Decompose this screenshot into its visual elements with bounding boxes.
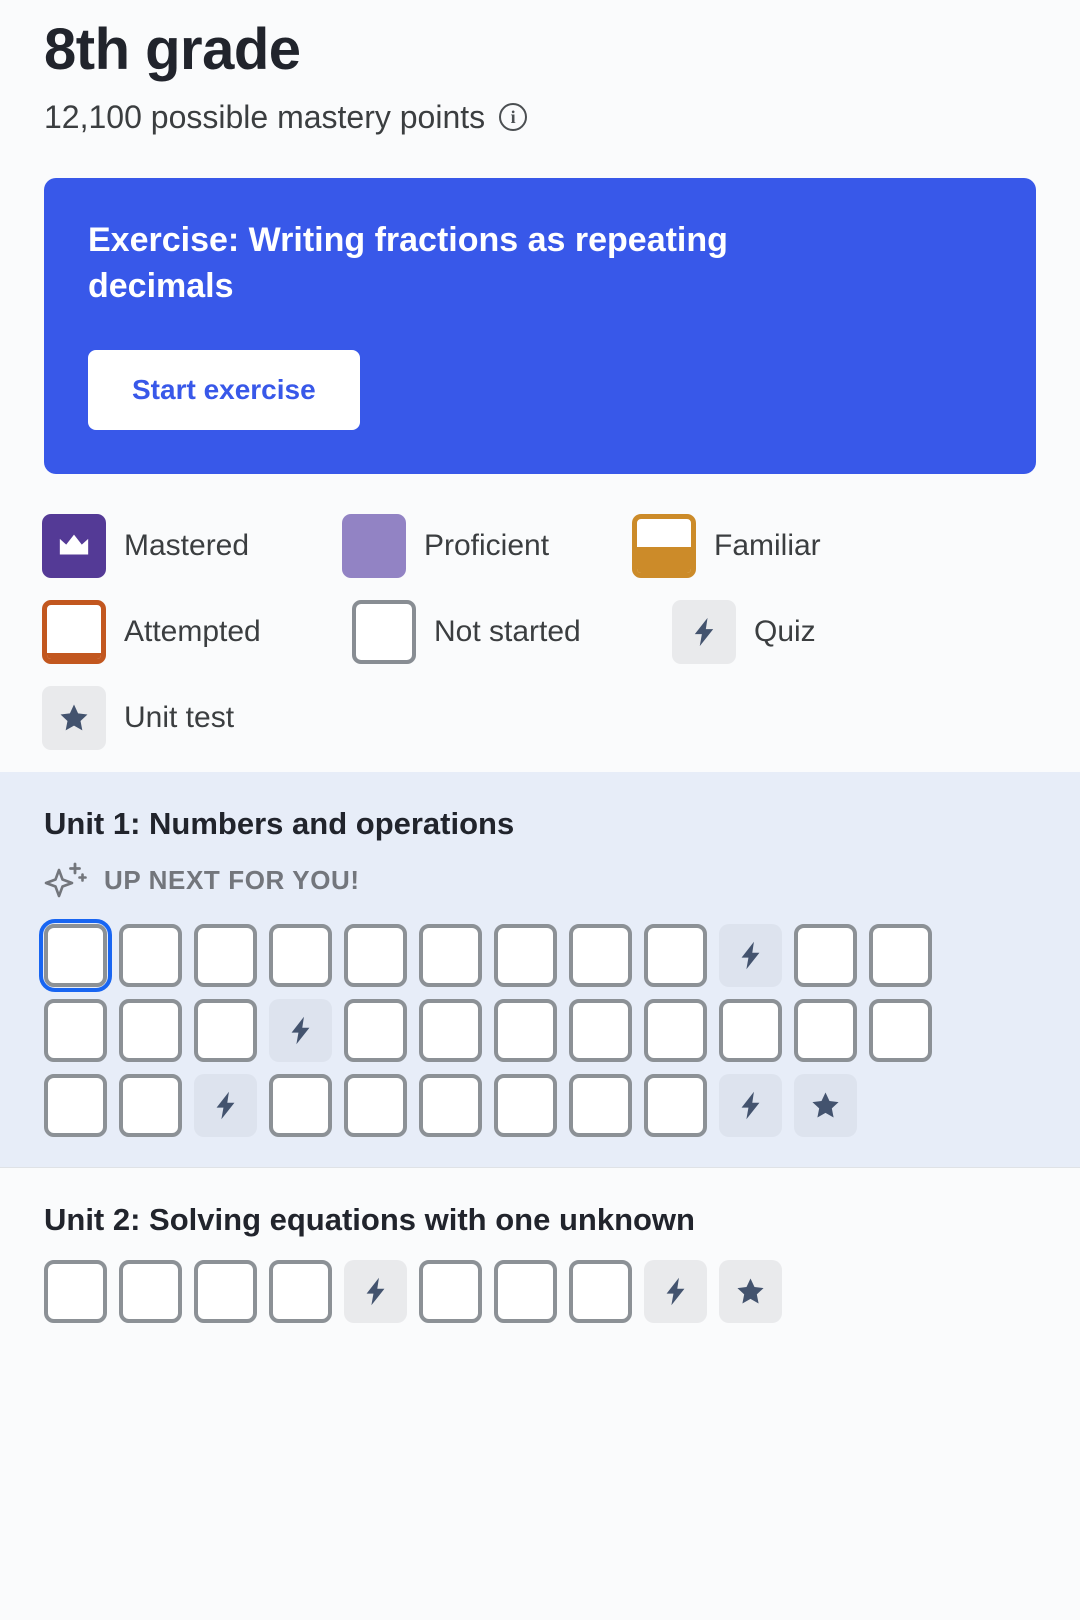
- mastery-tile-not-started[interactable]: [344, 998, 407, 1062]
- mastery-tile-unit-test[interactable]: [719, 1259, 782, 1323]
- mastery-tile-unit-test[interactable]: [794, 1073, 857, 1137]
- legend-label-familiar: Familiar: [714, 528, 821, 562]
- mastery-tile-not-started[interactable]: [194, 1259, 257, 1323]
- mastery-tile-not-started[interactable]: [194, 998, 257, 1062]
- mastery-tile-not-started[interactable]: [419, 998, 482, 1062]
- mastery-tile-not-started[interactable]: [794, 923, 857, 987]
- mastery-tile-not-started[interactable]: [344, 1073, 407, 1137]
- mastery-tile-not-started[interactable]: [569, 998, 632, 1062]
- mastery-tile-not-started[interactable]: [494, 1073, 557, 1137]
- legend-item-not-started: Not started: [352, 599, 672, 664]
- mastery-points-text: 12,100 possible mastery points: [44, 98, 486, 135]
- sparkle-icon: [44, 862, 87, 898]
- mastery-tile-not-started[interactable]: [494, 1259, 557, 1323]
- legend-label-proficient: Proficient: [424, 528, 550, 562]
- mastery-tile-quiz[interactable]: [644, 1259, 707, 1323]
- legend-label-attempted: Attempted: [124, 614, 261, 648]
- mastery-tile-not-started[interactable]: [644, 923, 707, 987]
- mastery-tile-not-started[interactable]: [344, 923, 407, 987]
- unit-section-1: Unit 1: Numbers and operations UP NEXT F…: [0, 771, 1080, 1167]
- mastery-tile-not-started[interactable]: [119, 1073, 182, 1137]
- mastery-tile-not-started[interactable]: [419, 1073, 482, 1137]
- mastery-tile-not-started[interactable]: [644, 998, 707, 1062]
- mastery-tile-not-started[interactable]: [569, 1259, 632, 1323]
- mastery-legend: Mastered Proficient Familiar Attempted N…: [42, 513, 1032, 750]
- legend-label-unit-test: Unit test: [124, 700, 235, 734]
- mastery-tile-not-started[interactable]: [269, 1259, 332, 1323]
- course-mastery-page: 8th grade 12,100 possible mastery points…: [0, 0, 1080, 1620]
- legend-label-mastered: Mastered: [124, 528, 250, 562]
- mastery-tile-not-started[interactable]: [569, 1073, 632, 1137]
- mastery-tile-not-started[interactable]: [644, 1073, 707, 1137]
- proficient-swatch-icon: [342, 513, 406, 578]
- star-icon: [42, 685, 106, 750]
- mastery-tile-quiz[interactable]: [194, 1073, 257, 1137]
- mastery-tile-not-started-focused[interactable]: [39, 918, 112, 992]
- legend-item-proficient: Proficient: [342, 513, 632, 578]
- mastery-tile-not-started[interactable]: [194, 923, 257, 987]
- page-title: 8th grade: [44, 17, 301, 82]
- legend-row-1: Mastered Proficient Familiar: [42, 513, 1032, 578]
- mastery-tile-not-started[interactable]: [869, 998, 932, 1062]
- not-started-swatch-icon: [352, 599, 416, 664]
- legend-item-mastered: Mastered: [42, 513, 342, 578]
- up-next-row: UP NEXT FOR YOU!: [44, 860, 1080, 902]
- mastery-tile-quiz[interactable]: [269, 998, 332, 1062]
- mastery-tile-not-started[interactable]: [119, 923, 182, 987]
- mastery-tile-quiz[interactable]: [344, 1259, 407, 1323]
- mastery-tile-quiz[interactable]: [719, 923, 782, 987]
- unit-2-mastery-grid: [44, 1259, 992, 1323]
- mastery-tile-not-started[interactable]: [44, 1259, 107, 1323]
- exercise-promo-card: Exercise: Writing fractions as repeating…: [44, 177, 1036, 474]
- mastery-tile-not-started[interactable]: [269, 923, 332, 987]
- mastery-tile-not-started[interactable]: [419, 1259, 482, 1323]
- mastery-tile-not-started[interactable]: [419, 923, 482, 987]
- legend-item-familiar: Familiar: [632, 513, 821, 578]
- info-icon[interactable]: i: [499, 103, 528, 132]
- mastery-tile-not-started[interactable]: [119, 998, 182, 1062]
- mastery-tile-not-started[interactable]: [44, 998, 107, 1062]
- up-next-label: UP NEXT FOR YOU!: [104, 865, 360, 896]
- page-header: 8th grade 12,100 possible mastery points…: [0, 0, 1080, 136]
- unit-section-2: Unit 2: Solving equations with one unkno…: [0, 1166, 1080, 1353]
- mastery-points-row: 12,100 possible mastery points i: [44, 99, 1080, 136]
- unit-1-mastery-grid: [39, 918, 992, 1137]
- mastery-tile-not-started[interactable]: [494, 998, 557, 1062]
- mastery-tile-not-started[interactable]: [569, 923, 632, 987]
- crown-icon: [42, 513, 106, 578]
- mastery-tile-not-started[interactable]: [119, 1259, 182, 1323]
- legend-item-attempted: Attempted: [42, 599, 352, 664]
- legend-label-quiz: Quiz: [754, 614, 816, 648]
- attempted-swatch-icon: [42, 599, 106, 664]
- mastery-tile-quiz[interactable]: [719, 1073, 782, 1137]
- familiar-swatch-icon: [632, 513, 696, 578]
- start-exercise-button[interactable]: Start exercise: [88, 349, 360, 430]
- mastery-tile-not-started[interactable]: [719, 998, 782, 1062]
- legend-label-not-started: Not started: [434, 614, 581, 648]
- legend-item-unit-test: Unit test: [42, 685, 235, 750]
- legend-item-quiz: Quiz: [672, 599, 816, 664]
- mastery-tile-not-started[interactable]: [269, 1073, 332, 1137]
- unit-title-1: Unit 1: Numbers and operations: [44, 805, 515, 841]
- mastery-tile-not-started[interactable]: [794, 998, 857, 1062]
- mastery-tile-not-started[interactable]: [44, 1073, 107, 1137]
- mastery-tile-not-started[interactable]: [494, 923, 557, 987]
- legend-row-3: Unit test: [42, 685, 1032, 750]
- lightning-bolt-icon: [672, 599, 736, 664]
- legend-row-2: Attempted Not started Quiz: [42, 599, 1032, 664]
- unit-title-2: Unit 2: Solving equations with one unkno…: [44, 1201, 695, 1237]
- mastery-tile-not-started[interactable]: [869, 923, 932, 987]
- exercise-promo-title: Exercise: Writing fractions as repeating…: [88, 220, 728, 305]
